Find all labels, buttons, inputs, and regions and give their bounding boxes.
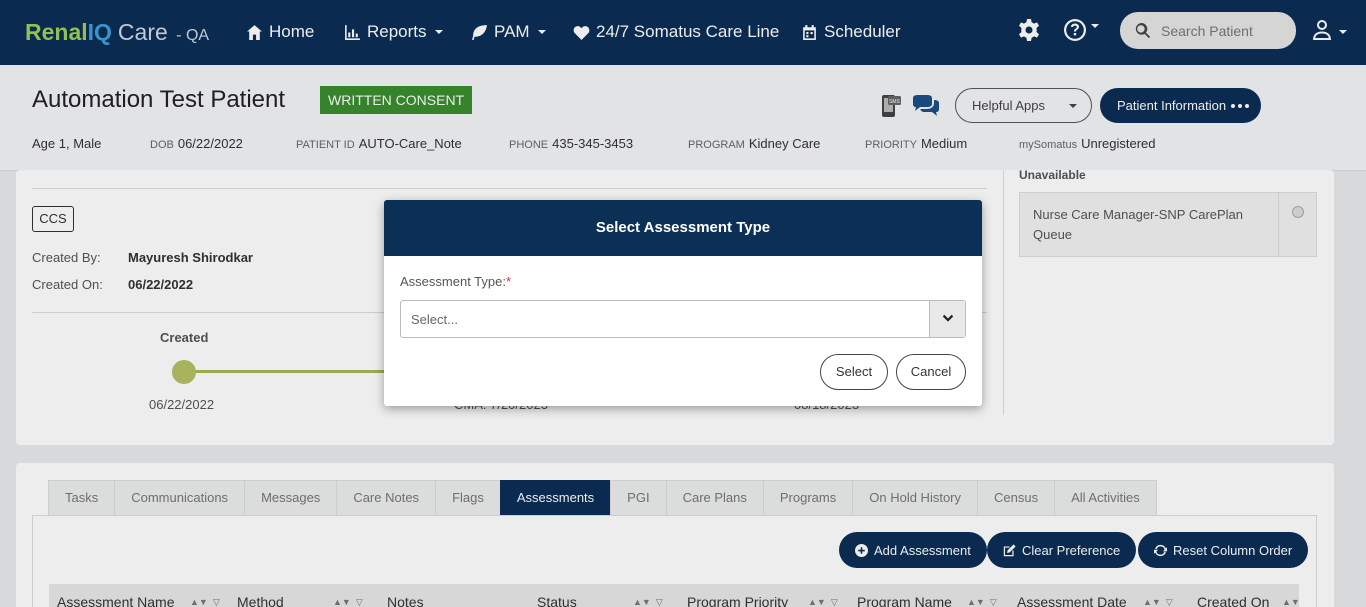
- select-assessment-modal: Select Assessment Type Assessment Type:*…: [384, 200, 982, 406]
- dropdown-toggle[interactable]: [929, 301, 965, 337]
- assessment-type-select[interactable]: Select...: [400, 300, 966, 338]
- modal-title: Select Assessment Type: [384, 200, 982, 256]
- required-mark: *: [505, 274, 512, 289]
- cancel-button[interactable]: Cancel: [896, 354, 966, 390]
- assessment-type-label-text: Assessment Type:: [400, 274, 506, 289]
- chevron-down-icon: [942, 314, 953, 322]
- assessment-type-label: Assessment Type:*: [400, 274, 511, 289]
- select-button[interactable]: Select: [820, 354, 888, 390]
- assessment-type-placeholder: Select...: [411, 312, 458, 327]
